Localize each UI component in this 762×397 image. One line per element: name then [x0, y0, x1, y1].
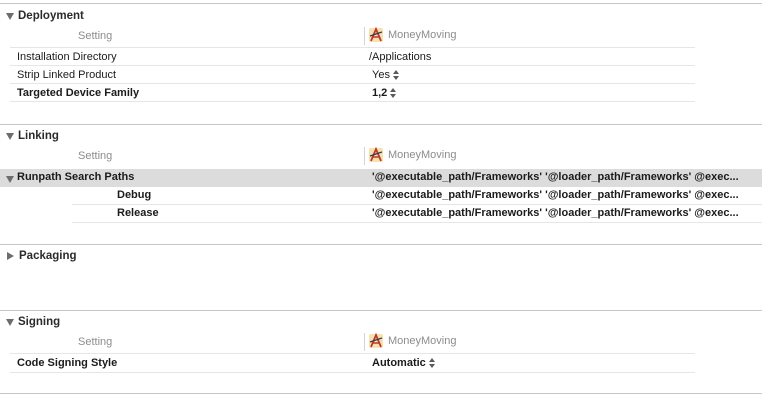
section-divider — [0, 3, 762, 4]
setting-value-popup[interactable]: 1,2 — [372, 87, 397, 99]
setting-name: Runpath Search Paths — [17, 171, 135, 183]
popup-stepper-icon — [428, 358, 435, 369]
setting-name: Strip Linked Product — [17, 69, 117, 81]
section-title: Linking — [18, 130, 59, 142]
disclosure-expanded-icon[interactable] — [6, 12, 14, 20]
setting-column-header: Setting — [78, 336, 113, 348]
configuration-name: Release — [117, 207, 159, 219]
popup-value: Automatic — [372, 357, 426, 369]
row-divider — [10, 65, 695, 66]
disclosure-expanded-icon[interactable] — [6, 132, 14, 140]
setting-value[interactable]: '@executable_path/Frameworks' '@loader_p… — [372, 171, 739, 183]
section-title: Signing — [18, 316, 61, 328]
target-name: MoneyMoving — [388, 149, 457, 161]
row-divider — [10, 353, 695, 354]
row-divider — [10, 101, 695, 102]
xcode-app-icon — [369, 27, 383, 42]
target-column-header: MoneyMoving — [368, 27, 456, 43]
row-divider — [72, 222, 762, 223]
setting-name: Code Signing Style — [17, 357, 118, 369]
target-column-header: MoneyMoving — [368, 333, 456, 349]
setting-column-header: Setting — [78, 30, 113, 42]
section-divider — [0, 124, 762, 125]
setting-value[interactable]: '@executable_path/Frameworks' '@loader_p… — [372, 207, 739, 219]
section-divider — [0, 393, 762, 394]
popup-stepper-icon — [392, 70, 399, 81]
section-divider — [0, 244, 762, 245]
disclosure-collapsed-icon[interactable] — [7, 252, 14, 260]
target-name: MoneyMoving — [388, 29, 457, 41]
row-divider — [10, 47, 695, 48]
setting-name: Targeted Device Family — [17, 87, 140, 99]
xcode-app-icon — [369, 147, 383, 162]
setting-value[interactable]: /Applications — [369, 51, 431, 63]
disclosure-expanded-icon[interactable] — [6, 176, 14, 183]
section-header-deployment[interactable]: Deployment — [6, 8, 84, 24]
disclosure-expanded-icon[interactable] — [6, 318, 14, 326]
setting-value[interactable]: '@executable_path/Frameworks' '@loader_p… — [372, 189, 739, 201]
setting-value-popup[interactable]: Automatic — [372, 357, 435, 369]
popup-value: 1,2 — [372, 87, 388, 99]
section-title: Deployment — [18, 10, 84, 22]
column-separator — [364, 333, 365, 351]
target-column-header: MoneyMoving — [368, 147, 456, 163]
section-header-linking[interactable]: Linking — [6, 128, 59, 144]
section-header-packaging[interactable]: Packaging — [6, 248, 77, 264]
column-separator — [364, 147, 365, 165]
setting-column-header: Setting — [78, 150, 113, 162]
popup-stepper-icon — [390, 88, 397, 99]
popup-value: Yes — [372, 69, 390, 81]
section-title: Packaging — [19, 250, 77, 262]
setting-name: Installation Directory — [17, 51, 117, 63]
row-divider — [10, 372, 695, 373]
section-divider — [0, 310, 762, 311]
row-divider — [10, 83, 695, 84]
column-separator — [364, 27, 365, 45]
row-divider — [72, 204, 762, 205]
setting-value-popup[interactable]: Yes — [372, 69, 399, 81]
target-name: MoneyMoving — [388, 335, 457, 347]
section-header-signing[interactable]: Signing — [6, 314, 60, 330]
xcode-app-icon — [369, 333, 383, 348]
configuration-name: Debug — [117, 189, 152, 201]
